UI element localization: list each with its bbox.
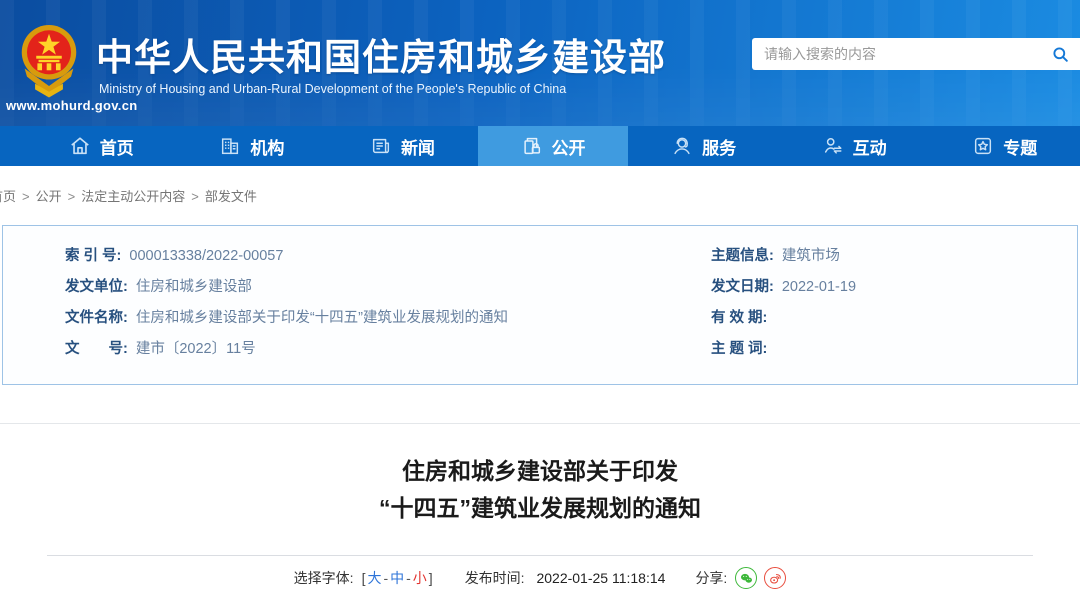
share-icons: [735, 567, 787, 589]
document-meta-panel: 索 引 号: 000013338/2022-00057 发文单位: 住房和城乡建设部…: [2, 225, 1078, 385]
section-divider: [0, 423, 1080, 424]
nav-item-interaction[interactable]: 互动: [779, 126, 930, 166]
nav-item-home[interactable]: 首页: [0, 126, 177, 166]
meta-label: 发文日期:: [711, 279, 774, 295]
breadcrumb-separator: >: [67, 189, 76, 204]
nav-label: 公开: [551, 138, 586, 158]
meta-row-keywords: 主 题 词:: [711, 340, 1077, 358]
meta-label: 有 效 期:: [711, 310, 768, 326]
meta-value: 住房和城乡建设部: [135, 279, 252, 295]
breadcrumb: 首页 > 公开 > 法定主动公开内容 > 部发文件: [0, 166, 1080, 225]
search-bar: [752, 38, 1080, 70]
font-separator: -: [383, 570, 389, 586]
publish-time-group: 发布时间: 2022-01-25 11:18:14: [465, 568, 666, 588]
disclosure-icon: [521, 135, 543, 157]
nav-item-news[interactable]: 新闻: [327, 126, 478, 166]
meta-column-left: 索 引 号: 000013338/2022-00057 发文单位: 住房和城乡建设部…: [3, 247, 711, 384]
nav-item-topics[interactable]: 专题: [929, 126, 1080, 166]
main-navigation: 首页 机构 新闻 公开 服务 互动 专题: [0, 126, 1080, 166]
breadcrumb-home[interactable]: 首页: [0, 189, 16, 204]
organization-icon: [219, 135, 241, 157]
meta-label: 发文单位:: [65, 279, 128, 295]
title-divider: [47, 555, 1033, 556]
meta-row-document-number: 文 号: 建市〔2022〕11号: [65, 340, 711, 358]
nav-item-service[interactable]: 服务: [628, 126, 779, 166]
meta-value: 住房和城乡建设部关于印发“十四五”建筑业发展规划的通知: [135, 310, 508, 326]
nav-item-organization[interactable]: 机构: [177, 126, 328, 166]
font-size-medium-button[interactable]: 中: [390, 568, 404, 588]
font-size-selector: [ 大 - 中 - 小 ]: [360, 568, 435, 588]
nav-label: 机构: [250, 138, 285, 158]
meta-value: 建筑市场: [781, 248, 840, 264]
wechat-share-icon[interactable]: [735, 567, 758, 589]
interaction-icon: [822, 135, 844, 157]
article-toolbar: 选择字体: [ 大 - 中 - 小 ] 发布时间: 2022-01-25 11:…: [0, 567, 1080, 589]
service-icon: [671, 135, 693, 157]
share-group: 分享:: [695, 567, 787, 589]
meta-label: 文件名称:: [65, 310, 128, 326]
home-icon: [69, 135, 91, 157]
meta-row-subject-info: 主题信息: 建筑市场: [711, 247, 1077, 265]
meta-row-issuing-unit: 发文单位: 住房和城乡建设部: [65, 278, 711, 296]
publish-time-label: 发布时间:: [464, 570, 525, 586]
meta-column-right: 主题信息: 建筑市场 发文日期: 2022-01-19 有 效 期: 主 题 词:: [711, 247, 1077, 384]
news-icon: [370, 135, 392, 157]
breadcrumb-disclosure[interactable]: 公开: [36, 189, 62, 204]
meta-label: 主 题 词:: [711, 341, 768, 357]
nav-item-disclosure[interactable]: 公开: [477, 126, 629, 166]
meta-row-issue-date: 发文日期: 2022-01-19: [711, 278, 1077, 296]
breadcrumb-separator: >: [191, 189, 199, 204]
font-select-label: 选择字体:: [293, 570, 354, 586]
site-subtitle-english: Ministry of Housing and Urban-Rural Deve…: [99, 82, 567, 96]
meta-row-index-number: 索 引 号: 000013338/2022-00057: [65, 247, 711, 265]
site-url: www.mohurd.gov.cn: [6, 98, 138, 113]
font-size-large-button[interactable]: 大: [367, 568, 381, 588]
breadcrumb-statutory-content[interactable]: 法定主动公开内容: [81, 189, 185, 204]
bracket-close: ]: [428, 570, 433, 586]
meta-value: 建市〔2022〕11号: [135, 341, 256, 357]
publish-time-value: 2022-01-25 11:18:14: [536, 570, 666, 586]
bracket-open: [: [361, 570, 366, 586]
article-title-line2: “十四五”建筑业发展规划的通知: [379, 495, 701, 521]
share-label: 分享:: [695, 570, 728, 586]
nav-label: 首页: [99, 138, 134, 158]
font-size-small-button[interactable]: 小: [413, 568, 427, 588]
nav-label: 新闻: [400, 138, 435, 158]
font-separator: -: [406, 570, 411, 586]
article-title: 住房和城乡建设部关于印发 “十四五”建筑业发展规划的通知: [0, 453, 1080, 527]
china-national-emblem-icon: [21, 25, 77, 98]
site-title: 中华人民共和国住房和城乡建设部: [96, 37, 666, 78]
breadcrumb-ministry-documents[interactable]: 部发文件: [205, 189, 257, 204]
meta-row-validity-period: 有 效 期:: [711, 309, 1077, 327]
site-header: www.mohurd.gov.cn 中华人民共和国住房和城乡建设部 Minist…: [0, 0, 1080, 126]
topics-icon: [972, 135, 994, 157]
search-icon[interactable]: [1040, 38, 1080, 70]
meta-label: 索 引 号:: [65, 248, 122, 264]
nav-label: 专题: [1003, 138, 1038, 158]
nav-label: 服务: [702, 138, 737, 158]
nav-label: 互动: [852, 138, 887, 158]
search-input[interactable]: [752, 38, 1040, 70]
meta-value: 2022-01-19: [781, 279, 857, 295]
weibo-share-icon[interactable]: [764, 567, 787, 589]
breadcrumb-separator: >: [22, 189, 30, 204]
meta-row-document-name: 文件名称: 住房和城乡建设部关于印发“十四五”建筑业发展规划的通知: [65, 309, 711, 327]
meta-label: 主题信息:: [711, 248, 774, 264]
meta-label: 文 号:: [65, 341, 128, 357]
mohurd-webpage: www.mohurd.gov.cn 中华人民共和国住房和城乡建设部 Minist…: [0, 0, 1080, 594]
article-title-line1: 住房和城乡建设部关于印发: [402, 458, 678, 484]
meta-value: 000013338/2022-00057: [129, 248, 284, 264]
